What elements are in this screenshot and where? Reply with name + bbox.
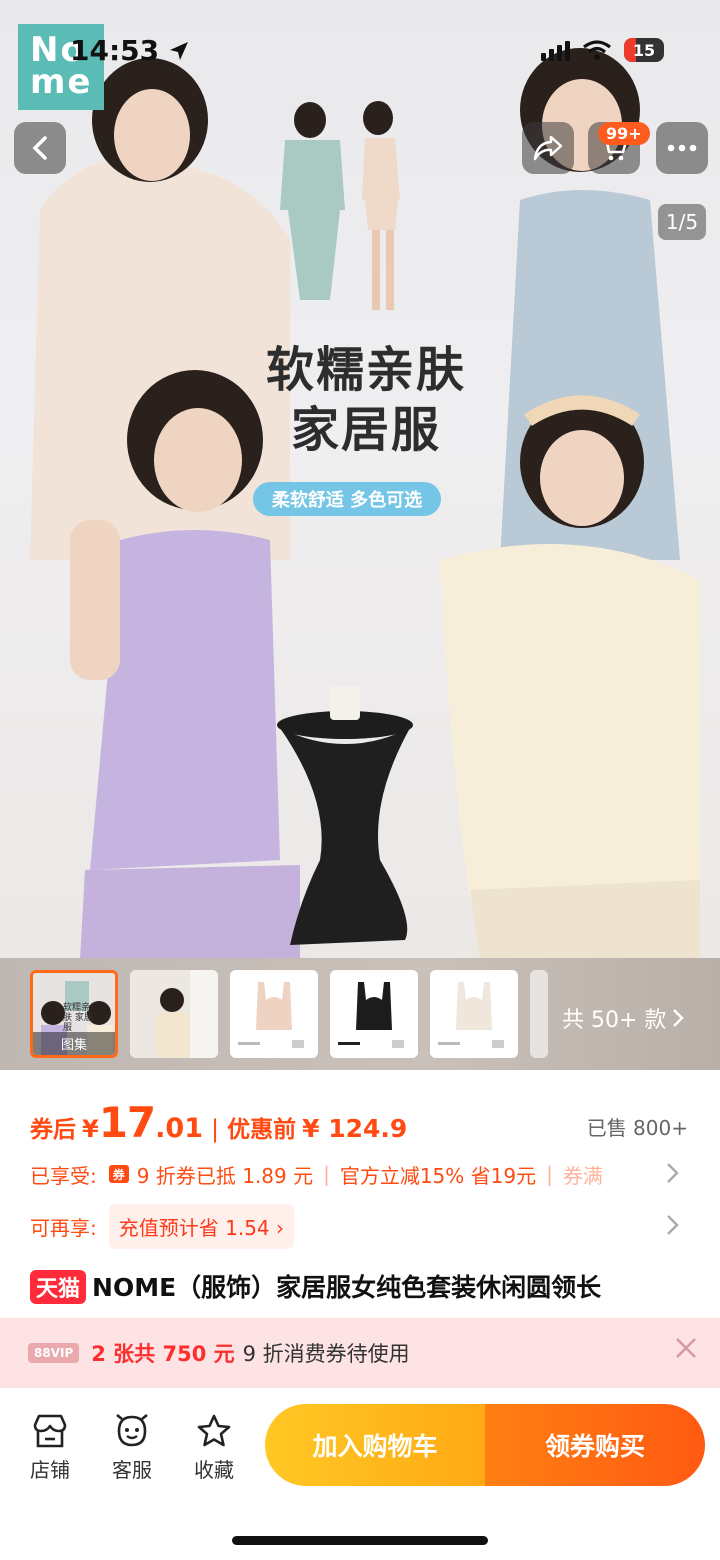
chevron-right-icon[interactable]	[666, 1214, 680, 1236]
divider: |	[323, 1162, 330, 1186]
vip-coupon-count: 2 张共 750 元	[91, 1342, 235, 1366]
star-icon	[197, 1414, 231, 1447]
product-title: 天猫 NOME（服饰）家居服女纯色套装休闲圆领长	[30, 1268, 690, 1312]
more-dots-icon	[667, 144, 697, 152]
add-to-cart-button[interactable]: 加入购物车	[265, 1404, 485, 1486]
favorite-label: 收藏	[194, 1458, 234, 1482]
signal-icon	[541, 39, 570, 61]
customer-service-button[interactable]: 客服	[100, 1408, 164, 1483]
bottom-action-bar: 店铺 客服 收藏 加入购物车 领券购买	[0, 1388, 720, 1560]
price-integer: 17	[98, 1098, 156, 1147]
purchase-actions: 加入购物车 领券购买	[265, 1404, 705, 1486]
thumbnail-item[interactable]	[230, 970, 318, 1058]
thumbnail-item-partial[interactable]	[530, 970, 548, 1058]
favorite-button[interactable]: 收藏	[182, 1408, 246, 1483]
recharge-chip[interactable]: 充值预计省 1.54 ›	[108, 1204, 294, 1249]
coupon-icon: 券	[108, 1165, 129, 1183]
wifi-icon	[583, 40, 611, 60]
cart-badge: 99+	[598, 122, 650, 145]
chevron-left-icon	[32, 136, 47, 160]
share-icon	[533, 135, 563, 161]
thumbnail-item[interactable]	[130, 970, 218, 1058]
store-icon	[33, 1414, 67, 1448]
image-counter: 1/5	[658, 204, 706, 240]
model-top-center	[280, 101, 400, 310]
close-icon[interactable]	[674, 1336, 698, 1360]
location-arrow-icon	[170, 42, 188, 60]
thumbnail-image	[430, 970, 518, 1058]
price-separator: |	[211, 1115, 220, 1143]
thumbnail-gallery[interactable]: 软糯亲肤 家居服 图集	[30, 970, 118, 1058]
thumbnail-item[interactable]	[430, 970, 518, 1058]
more-button[interactable]	[656, 122, 708, 174]
sold-count: 已售 800+	[586, 1116, 688, 1140]
vip-coupon-banner[interactable]: 88VIP 2 张共 750 元 9 折消费券待使用	[0, 1318, 720, 1388]
hero-subhead: 柔软舒适 多色可选	[253, 482, 441, 516]
tmall-badge: 天猫	[30, 1270, 87, 1304]
product-title-text: NOME（服饰）家居服女纯色套装休闲圆领长	[92, 1273, 602, 1302]
share-button[interactable]	[522, 122, 574, 174]
discount-label: 已享受:	[30, 1163, 97, 1188]
chevron-right-icon[interactable]	[666, 1162, 680, 1184]
recharge-row: 可再享: 充值预计省 1.54 ›	[30, 1204, 294, 1249]
after-coupon-label: 券后	[30, 1117, 76, 1143]
yen-symbol: ¥	[82, 1115, 99, 1143]
battery-icon: 15	[624, 38, 664, 62]
discount-item-official: 官方立减15% 省19元	[339, 1163, 537, 1188]
thumbnail-image	[330, 970, 418, 1058]
thumbnail-mini-headline: 软糯亲肤 家居服	[63, 1003, 93, 1033]
status-time: 14:53	[70, 34, 160, 67]
status-indicators: 15	[541, 38, 664, 62]
gallery-label: 图集	[33, 1032, 115, 1055]
price-decimal: .01	[155, 1113, 203, 1144]
customer-service-label: 客服	[112, 1458, 152, 1482]
store-button[interactable]: 店铺	[18, 1408, 82, 1483]
thumbnail-image	[130, 970, 218, 1058]
price-row: 券后 ¥ 17 .01 | 优惠前 ¥ 124.9	[30, 1098, 407, 1147]
hero-headline: 软糯亲肤 家居服	[265, 342, 466, 458]
customer-service-icon	[116, 1413, 148, 1447]
store-label: 店铺	[30, 1458, 70, 1482]
recharge-label: 可再享:	[30, 1216, 97, 1240]
back-button[interactable]	[14, 122, 66, 174]
discount-row[interactable]: 已享受: 券 9 折券已抵 1.89 元 | 官方立减15% 省19元 | 券满	[30, 1158, 690, 1190]
home-indicator	[232, 1536, 488, 1545]
before-discount-price: ¥ 124.9	[302, 1114, 408, 1143]
thumbnail-item[interactable]	[330, 970, 418, 1058]
discount-item-coupon: 9 折券已抵 1.89 元	[136, 1163, 314, 1188]
buy-with-coupon-button[interactable]: 领券购买	[485, 1404, 705, 1486]
product-image-carousel[interactable]: No me 14:53 15 99+ 1/5 软糯亲肤 家居服 柔软舒适 多色可…	[0, 0, 720, 960]
chevron-right-icon	[673, 1009, 685, 1027]
vip-coupon-desc: 9 折消费券待使用	[242, 1342, 410, 1366]
divider: |	[546, 1162, 553, 1186]
more-styles-link[interactable]: 共 50+ 款	[562, 1002, 685, 1034]
thumbnail-image	[230, 970, 318, 1058]
vip-badge: 88VIP	[28, 1343, 80, 1363]
discount-item-more: 券满	[562, 1163, 603, 1188]
before-discount-label: 优惠前	[227, 1117, 297, 1143]
